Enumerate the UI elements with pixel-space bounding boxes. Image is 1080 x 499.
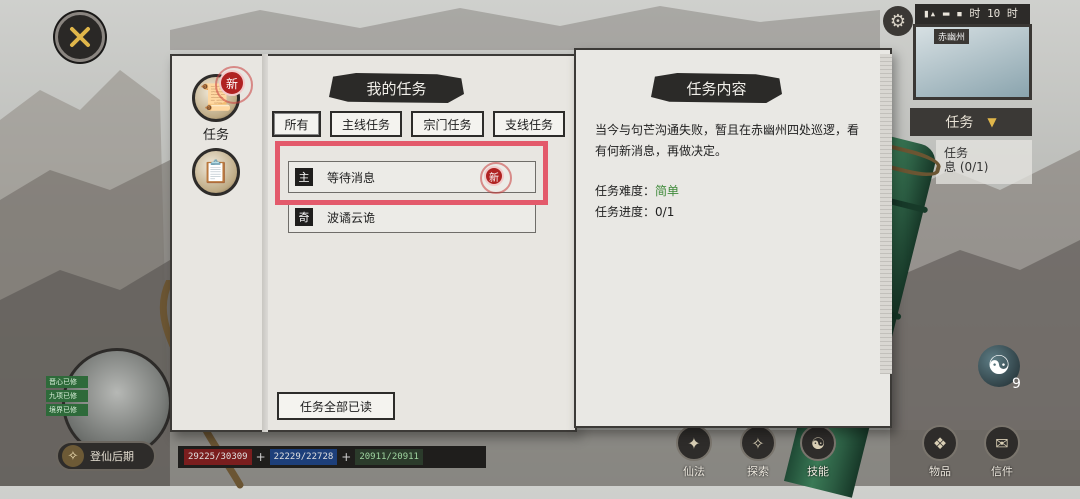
quest-row[interactable]: 奇 波谲云诡 <box>288 201 536 233</box>
minimap-location: 赤幽州 <box>934 29 970 44</box>
quest-progress: 任务进度：0/1 <box>595 203 674 220</box>
plus-icon[interactable]: + <box>256 450 266 464</box>
bottom-button-skills[interactable]: ☯ 技能 <box>800 425 836 479</box>
tab-side[interactable]: 支线任务 <box>493 111 565 137</box>
realm-label: 登仙后期 <box>90 450 134 463</box>
task-tracker-tab[interactable]: 任务 ▼ <box>910 108 1032 136</box>
quest-description: 当今与句芒沟通失败，暂且在赤幽州四处巡逻，看有何新消息，再做决定。 <box>595 123 860 158</box>
detail-title: 任务内容 <box>651 73 782 103</box>
status-tag: 九项已修 <box>46 390 88 402</box>
bottom-button-spells[interactable]: ✦ 仙法 <box>676 425 712 479</box>
tab-main[interactable]: 主线任务 <box>330 111 402 137</box>
progress-label: 任务进度： <box>595 205 656 219</box>
quest-difficulty: 任务难度：简单 <box>595 182 679 199</box>
plus-icon[interactable]: + <box>341 450 351 464</box>
read-all-button[interactable]: 任务全部已读 <box>277 392 395 420</box>
notes-icon: 📋 <box>202 159 230 185</box>
realm-icon: ✧ <box>62 445 84 467</box>
spells-icon: ✦ <box>676 425 712 461</box>
bottom-button-explore[interactable]: ✧ 探索 <box>740 425 776 479</box>
quest-type-odd-icon: 奇 <box>295 208 313 226</box>
items-icon: ❖ <box>922 425 958 461</box>
difficulty-label: 任务难度： <box>595 184 656 198</box>
bottom-button-mail[interactable]: ✉ 信件 <box>984 425 1020 479</box>
minimap[interactable]: 赤幽州 <box>913 24 1032 100</box>
bottom-button-label: 技能 <box>807 465 829 478</box>
task-tracker-card[interactable]: 任务 息 (0/1) <box>936 140 1032 184</box>
side-tab-label: 任务 <box>202 128 229 143</box>
close-icon <box>70 27 90 47</box>
status-tags: 晋心已修 九项已修 境界已修 <box>46 376 88 416</box>
status-tag: 境界已修 <box>46 404 88 416</box>
task-tracker-line1: 任务 <box>944 146 969 160</box>
chevron-down-icon: ▼ <box>987 115 997 129</box>
quest-name: 波谲云诡 <box>327 210 376 225</box>
mp-bar: 22229/22728 <box>269 449 338 465</box>
page-title: 我的任务 <box>329 73 464 103</box>
side-tab-notes[interactable]: 📋 <box>192 148 240 196</box>
skills-icon: ☯ <box>800 425 836 461</box>
yinyang-icon: ☯ <box>987 351 1011 381</box>
explore-icon: ✧ <box>740 425 776 461</box>
task-tracker-label: 任务 <box>945 115 974 131</box>
sp-bar: 20911/20911 <box>355 449 423 465</box>
page-divider <box>262 54 268 432</box>
progress-value: 0/1 <box>655 205 675 219</box>
close-button[interactable] <box>55 12 105 62</box>
task-tracker-line2: 息 (0/1) <box>944 160 989 174</box>
status-tag: 晋心已修 <box>46 376 88 388</box>
bottom-button-label: 信件 <box>991 465 1013 478</box>
bottom-button-label: 仙法 <box>683 465 705 478</box>
bottom-button-label: 探索 <box>747 465 769 478</box>
stat-bars: 29225/30309 + 22229/22728 + 20911/20911 <box>178 446 486 468</box>
status-bar: ▮▴ ▬ ▪ 时 10 时 90 <box>915 4 1030 40</box>
settings-button[interactable]: ⚙ <box>883 6 913 36</box>
selection-highlight <box>275 141 548 205</box>
new-badge: 新 <box>219 70 245 96</box>
gear-icon: ⚙ <box>889 10 907 32</box>
quest-detail-page <box>574 48 892 428</box>
realm-button[interactable]: ✧ 登仙后期 <box>56 441 156 471</box>
tab-all[interactable]: 所有 <box>272 111 321 137</box>
difficulty-value: 简单 <box>655 184 680 198</box>
hp-bar: 29225/30309 <box>184 449 252 465</box>
cultivation-count: 9 <box>1012 376 1021 392</box>
mail-icon: ✉ <box>984 425 1020 461</box>
bottom-button-label: 物品 <box>929 465 951 478</box>
tab-sect[interactable]: 宗门任务 <box>411 111 484 137</box>
page-edge <box>880 54 892 374</box>
bottom-button-items[interactable]: ❖ 物品 <box>922 425 958 479</box>
